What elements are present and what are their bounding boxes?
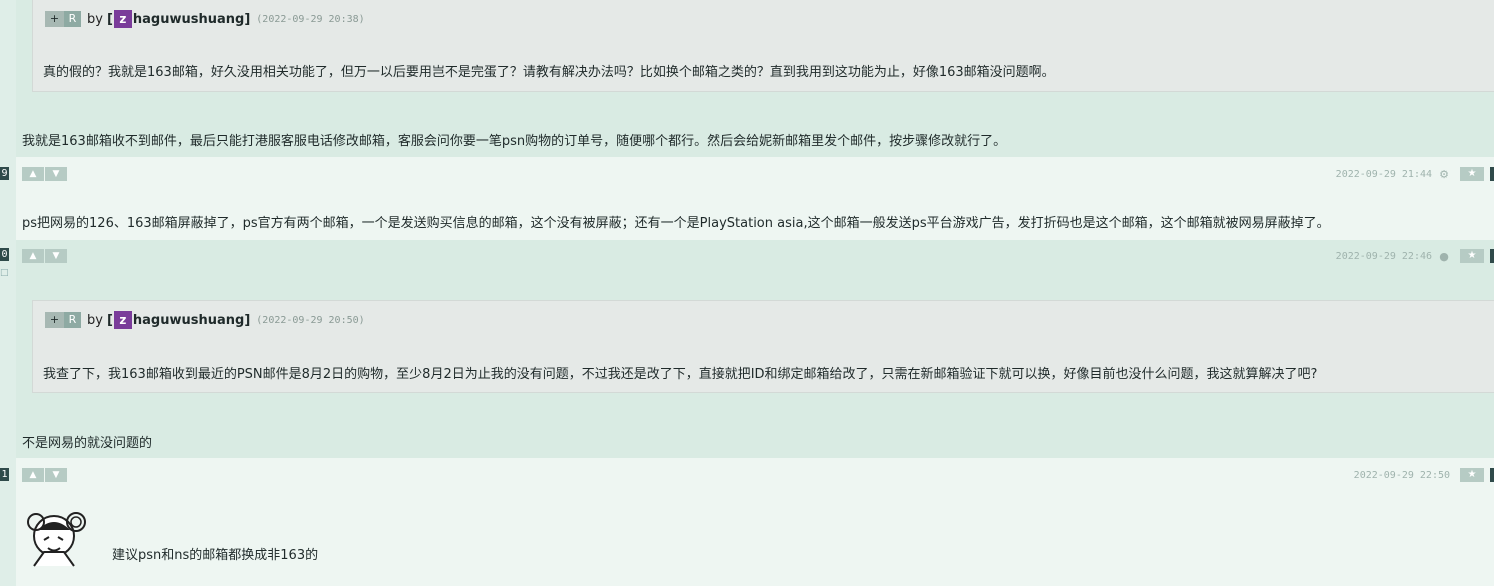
expand-button[interactable]: + [45,11,64,27]
quoted-text: 真的假的？我就是163邮箱，好久没用相关功能了，但万一以后要用岂不是完蛋了？请教… [43,65,1055,80]
bracket: [ [106,312,113,328]
post-tab-marker [1490,249,1494,263]
floor-number[interactable]: 0 [0,248,9,261]
thumbs-down-icon[interactable]: ▼ [45,249,67,263]
user-avatar-icon[interactable]: z [113,311,132,329]
post-meta: 2022-09-29 21:44 ⚙ ★ [1336,167,1494,181]
apple-icon: ● [1439,249,1449,263]
post-item: + R by [ z haguwushuang] (2022-09-29 20:… [16,0,1494,157]
quoted-date: (2022-09-29 20:38) [256,13,365,25]
post-item: ▲ ▼ 2022-09-29 22:50 ★ 建议psn和ns的邮箱都换成非16… [16,458,1494,586]
star-icon[interactable]: ★ [1460,468,1484,482]
thumbs-down-icon[interactable]: ▼ [45,468,67,482]
post-tab-marker [1490,468,1494,482]
post-content: 建议psn和ns的邮箱都换成非163的 [112,548,319,563]
post-content: 我就是163邮箱收不到邮件，最后只能打港服客服电话修改邮箱，客服会问你要一笔ps… [22,134,1007,149]
thumbs-up-icon[interactable]: ▲ [22,167,44,181]
quote-block: + R by [ z haguwushuang] (2022-09-29 20:… [32,0,1494,92]
quoted-date: (2022-09-29 20:50) [256,314,365,326]
left-gutter [0,0,17,586]
floor-number[interactable]: 9 [0,167,9,180]
post-date: 2022-09-29 22:50 [1353,469,1450,481]
reply-button[interactable]: R [64,11,81,27]
sticker-avatar-icon [27,512,86,567]
vote-buttons: ▲ ▼ [22,468,67,482]
star-icon[interactable]: ★ [1460,249,1484,263]
vote-buttons: ▲ ▼ [22,249,67,263]
thumbs-up-icon[interactable]: ▲ [22,249,44,263]
post-date: 2022-09-29 21:44 [1335,168,1432,180]
post-date: 2022-09-29 22:46 [1335,250,1432,262]
android-icon: ⚙ [1439,167,1449,181]
post-tab-marker [1490,167,1494,181]
by-label: by [87,11,103,27]
post-meta: 2022-09-29 22:46 ● ★ [1336,249,1494,263]
thumbs-up-icon[interactable]: ▲ [22,468,44,482]
user-avatar-icon[interactable]: z [113,10,132,28]
post-meta: 2022-09-29 22:50 ★ [1354,468,1494,482]
by-label: by [87,312,103,328]
quote-header: + R by [ z haguwushuang] (2022-09-29 20:… [45,10,365,28]
post-item: ▲ ▼ 2022-09-29 21:44 ⚙ ★ ps把网易的126、163邮箱… [16,157,1494,240]
thumbs-down-icon[interactable]: ▼ [45,167,67,181]
quoted-text: 我查了下，我163邮箱收到最近的PSN邮件是8月2日的购物，至少8月2日为止我的… [43,367,1318,382]
expand-button[interactable]: + [45,312,64,328]
reply-button[interactable]: R [64,312,81,328]
quoted-username[interactable]: haguwushuang] [133,12,250,27]
quote-header: + R by [ z haguwushuang] (2022-09-29 20:… [45,311,365,329]
vote-buttons: ▲ ▼ [22,167,67,181]
post-content: 不是网易的就没问题的 [22,436,153,451]
star-icon[interactable]: ★ [1460,167,1484,181]
floor-number[interactable]: 1 [0,468,9,481]
post-content: ps把网易的126、163邮箱屏蔽掉了，ps官方有两个邮箱，一个是发送购买信息的… [22,216,1330,231]
collapse-marker[interactable]: □ [0,268,9,278]
bracket: [ [106,11,113,27]
quote-block: + R by [ z haguwushuang] (2022-09-29 20:… [32,300,1494,393]
post-item: ▲ ▼ 2022-09-29 22:46 ● ★ + R by [ z hagu… [16,240,1494,458]
quoted-username[interactable]: haguwushuang] [133,313,250,328]
